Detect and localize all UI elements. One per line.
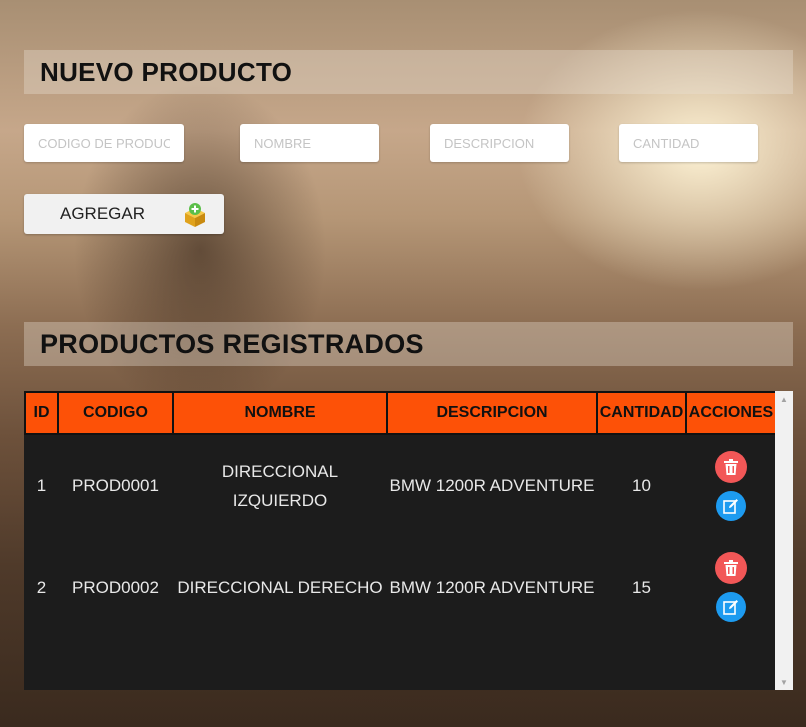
cell-id: 1 [36, 476, 47, 495]
products-table-container: ID CODIGO NOMBRE DESCRIPCION CANTIDAD AC… [24, 391, 793, 690]
delete-button[interactable] [715, 552, 747, 584]
edit-icon [723, 600, 738, 615]
col-header-acciones[interactable]: ACCIONES [685, 391, 777, 435]
col-header-id[interactable]: ID [24, 391, 59, 435]
add-product-button[interactable]: AGREGAR [24, 194, 224, 234]
table-header-row: ID CODIGO NOMBRE DESCRIPCION CANTIDAD AC… [24, 391, 777, 435]
cell-codigo: PROD0001 [72, 476, 159, 495]
cell-acciones [686, 536, 776, 638]
trash-icon [724, 560, 738, 576]
delete-button[interactable] [715, 450, 747, 483]
col-header-descripcion[interactable]: DESCRIPCION [386, 391, 598, 435]
table-scrollbar[interactable]: ▲ ▼ [775, 391, 793, 690]
col-header-codigo[interactable]: CODIGO [57, 391, 174, 435]
nombre-input[interactable] [240, 124, 379, 162]
scroll-up-arrow-icon[interactable]: ▲ [775, 391, 793, 407]
cell-id: 2 [36, 577, 47, 597]
new-product-title: NUEVO PRODUCTO [40, 56, 293, 87]
table-row: 2 PROD0002 DIRECCIONAL DERECHO BMW 1200R… [25, 536, 776, 638]
cell-nombre: DIRECCIONAL IZQUIERDO [221, 461, 339, 510]
cell-cantidad: 10 [632, 476, 651, 495]
trash-icon [724, 458, 738, 475]
cell-nombre: DIRECCIONAL DERECHO [177, 577, 383, 597]
scroll-down-arrow-icon[interactable]: ▼ [775, 674, 793, 690]
col-header-cantidad[interactable]: CANTIDAD [596, 391, 687, 435]
descripcion-input[interactable] [430, 124, 569, 162]
box-add-icon [182, 202, 208, 228]
table-row: 1 PROD0001 DIRECCIONAL IZQUIERDO BMW 120… [25, 434, 776, 536]
col-header-nombre[interactable]: NOMBRE [172, 391, 388, 435]
products-header: PRODUCTOS REGISTRADOS [24, 322, 793, 366]
new-product-header: NUEVO PRODUCTO [24, 50, 793, 94]
cell-descripcion: BMW 1200R ADVENTURE [389, 476, 595, 495]
cell-descripcion: BMW 1200R ADVENTURE [389, 577, 595, 597]
add-button-label: AGREGAR [60, 204, 146, 223]
edit-icon [723, 498, 738, 514]
products-table: ID CODIGO NOMBRE DESCRIPCION CANTIDAD AC… [24, 391, 777, 638]
cantidad-input[interactable] [619, 124, 758, 162]
cell-acciones [686, 434, 776, 536]
edit-button[interactable] [716, 490, 746, 521]
cell-cantidad: 15 [632, 577, 651, 597]
cell-codigo: PROD0002 [72, 577, 159, 597]
edit-button[interactable] [716, 592, 746, 622]
codigo-input[interactable] [24, 124, 184, 162]
products-title: PRODUCTOS REGISTRADOS [40, 328, 424, 359]
